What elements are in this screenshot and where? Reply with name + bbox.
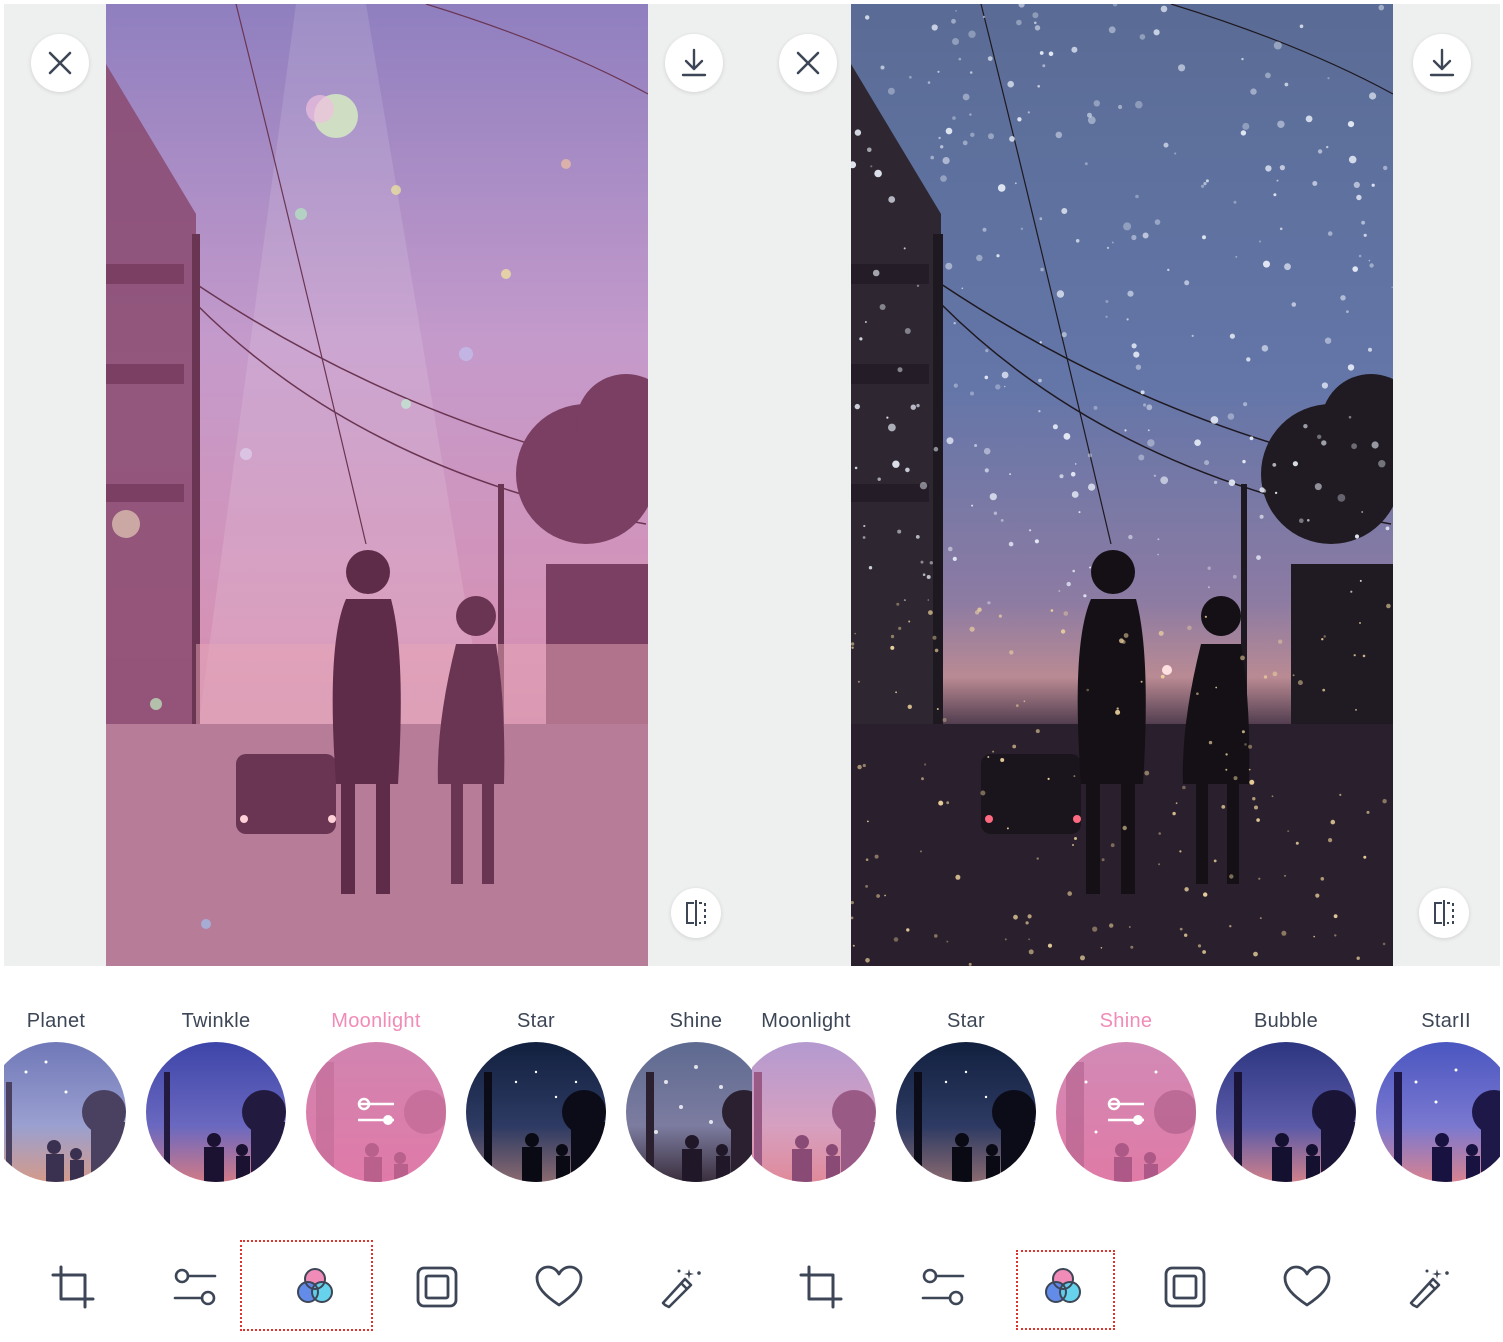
- filter-thumbnail[interactable]: [896, 1042, 1036, 1182]
- crop-tool-button[interactable]: [786, 1252, 856, 1322]
- download-icon: [681, 48, 707, 77]
- filter-label: Star: [517, 1010, 555, 1032]
- compare-icon: [1434, 900, 1454, 926]
- filter-label: Moonlight: [761, 1010, 851, 1032]
- heart-icon: [535, 1265, 583, 1307]
- magic-wand-icon: [661, 1269, 701, 1309]
- heart-icon: [1283, 1265, 1331, 1307]
- filter-item[interactable]: StarII: [1376, 966, 1500, 1196]
- bottom-toolbar: [4, 1232, 752, 1342]
- adjust-tool-button[interactable]: [908, 1252, 978, 1322]
- crop-tool-button[interactable]: [38, 1252, 108, 1322]
- sliders-icon: [921, 1268, 965, 1306]
- filter-thumbnail[interactable]: [626, 1042, 752, 1182]
- compare-button[interactable]: [671, 888, 721, 938]
- filter-label: StarII: [1421, 1010, 1471, 1032]
- filter-thumbnail[interactable]: [752, 1042, 876, 1182]
- close-icon: [48, 51, 72, 75]
- filter-item[interactable]: Planet: [4, 966, 126, 1196]
- frame-icon: [1164, 1266, 1206, 1308]
- filter-thumbnail[interactable]: [1376, 1042, 1500, 1182]
- filter-item[interactable]: Star: [896, 966, 1036, 1196]
- close-icon: [796, 51, 820, 75]
- canvas-area: [752, 4, 1500, 966]
- download-icon: [1429, 48, 1455, 77]
- favorite-tool-button[interactable]: [524, 1252, 594, 1322]
- filter-thumbnail-active[interactable]: [306, 1042, 446, 1182]
- bottom-toolbar: [752, 1232, 1500, 1342]
- favorite-tool-button[interactable]: [1272, 1252, 1342, 1322]
- magic-tool-button[interactable]: [646, 1252, 716, 1322]
- adjust-tool-button[interactable]: [160, 1252, 230, 1322]
- canvas-area: [4, 4, 752, 966]
- filter-thumbnail[interactable]: [146, 1042, 286, 1182]
- filter-item[interactable]: Shine: [1056, 966, 1196, 1196]
- filter-thumbnail-active[interactable]: [1056, 1042, 1196, 1182]
- frame-icon: [416, 1266, 458, 1308]
- filter-label: Planet: [26, 1010, 86, 1032]
- photo-preview: [851, 4, 1393, 966]
- filter-item[interactable]: Twinkle: [146, 966, 286, 1196]
- filter-thumbnail[interactable]: [4, 1042, 126, 1182]
- filter-label: Moonlight: [331, 1010, 421, 1032]
- filter-strip: Moonlight Star Shine Bubble StarII: [752, 966, 1500, 1196]
- right-screen: Moonlight Star Shine Bubble StarII: [752, 0, 1500, 1342]
- frame-tool-button[interactable]: [402, 1252, 472, 1322]
- filter-item[interactable]: Moonlight: [306, 966, 446, 1196]
- filter-item[interactable]: Moonlight: [752, 966, 876, 1196]
- close-button[interactable]: [779, 34, 837, 92]
- filter-strip: Planet Twinkle Moonlight Star Shine: [4, 966, 752, 1196]
- filter-label: Shine: [1099, 1010, 1153, 1032]
- photo-preview: [106, 4, 648, 966]
- close-button[interactable]: [31, 34, 89, 92]
- filter-item[interactable]: Bubble: [1216, 966, 1356, 1196]
- compare-button[interactable]: [1419, 888, 1469, 938]
- magic-tool-button[interactable]: [1394, 1252, 1464, 1322]
- crop-icon: [51, 1265, 95, 1309]
- selected-tool-highlight: [240, 1240, 373, 1331]
- filter-label: Star: [947, 1010, 985, 1032]
- compare-icon: [686, 900, 706, 926]
- filter-thumbnail[interactable]: [1216, 1042, 1356, 1182]
- filter-item[interactable]: Star: [466, 966, 606, 1196]
- magic-wand-icon: [1409, 1269, 1449, 1309]
- selected-tool-highlight: [1016, 1250, 1115, 1330]
- filter-label: Shine: [669, 1010, 723, 1032]
- frame-tool-button[interactable]: [1150, 1252, 1220, 1322]
- filter-label: Twinkle: [181, 1010, 251, 1032]
- crop-icon: [799, 1265, 843, 1309]
- sliders-icon: [173, 1268, 217, 1306]
- filter-item[interactable]: Shine: [626, 966, 752, 1196]
- filter-thumbnail[interactable]: [466, 1042, 606, 1182]
- download-button[interactable]: [1413, 34, 1471, 92]
- left-screen: Planet Twinkle Moonlight Star Shine: [4, 0, 752, 1342]
- filter-label: Bubble: [1253, 1010, 1319, 1032]
- download-button[interactable]: [665, 34, 723, 92]
